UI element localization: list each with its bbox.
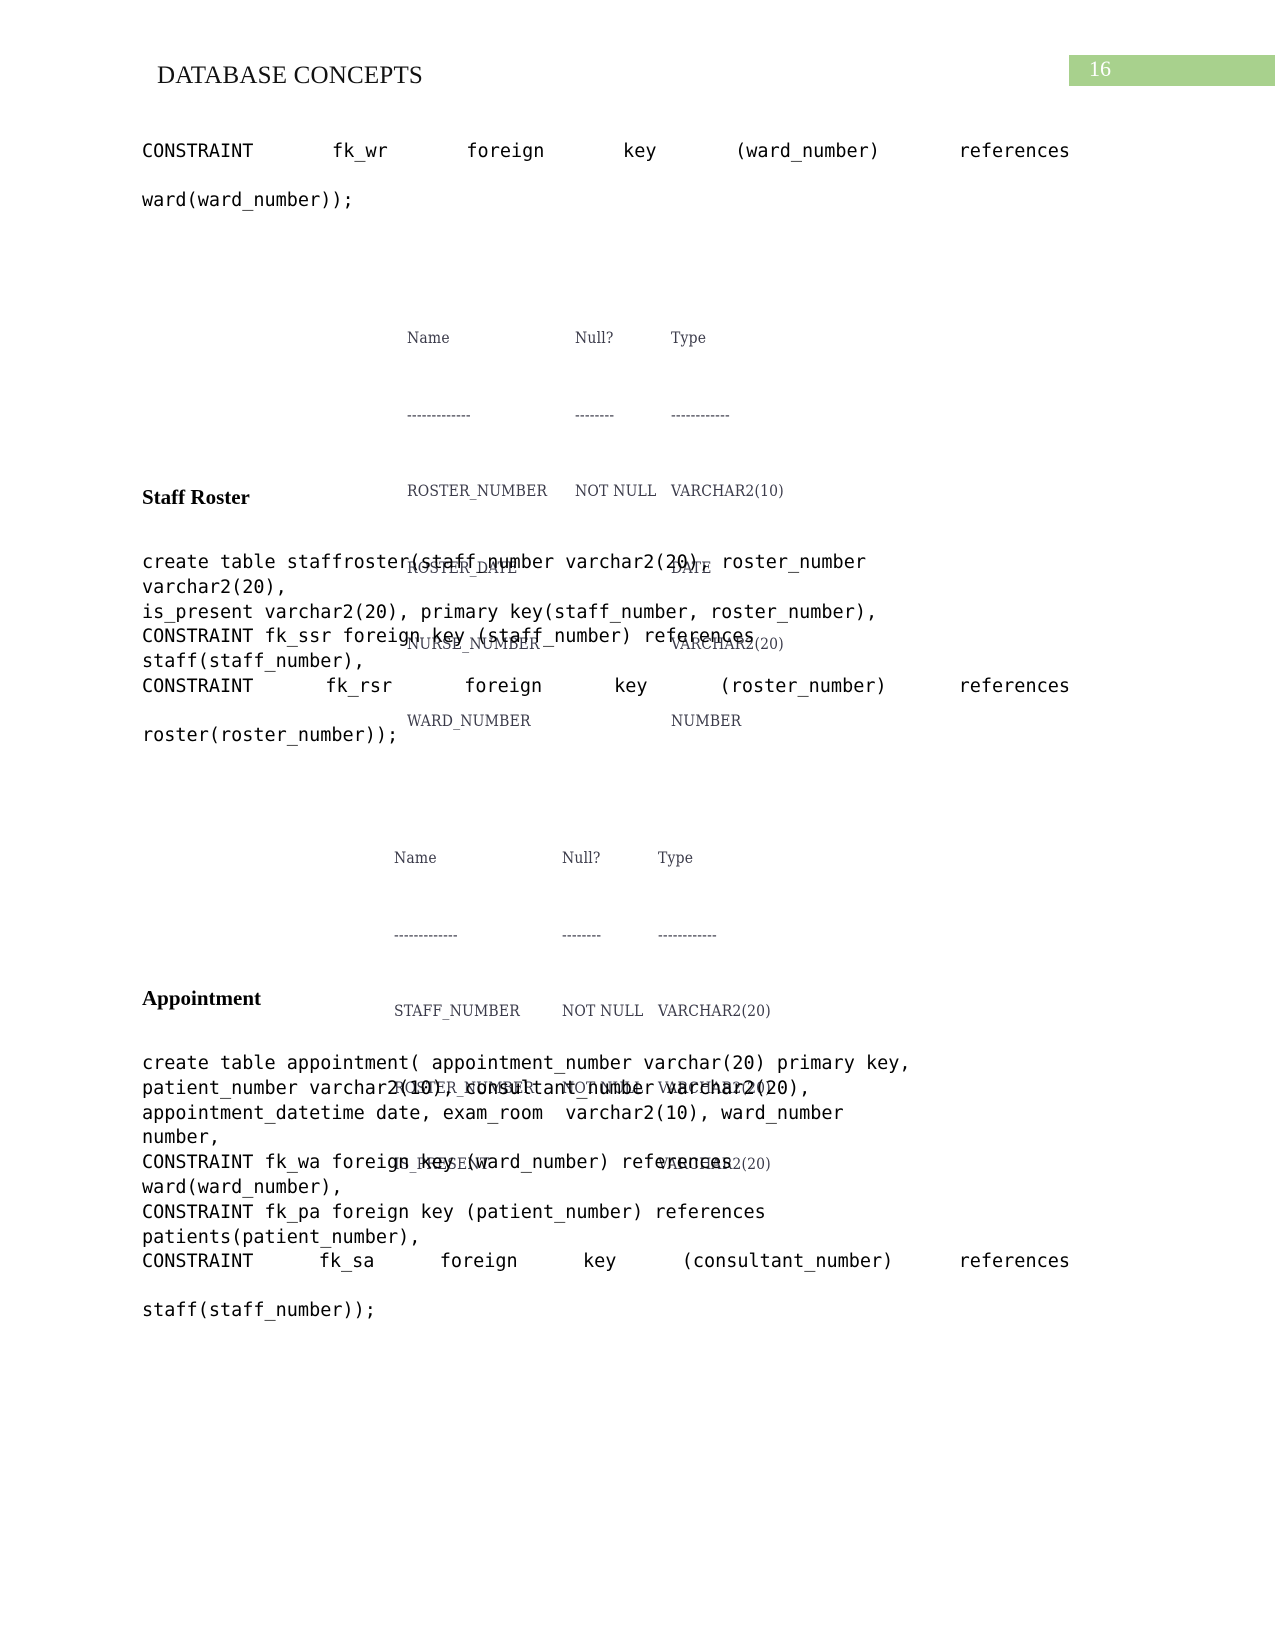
- code-line: roster(roster_number));: [142, 724, 399, 746]
- code-line: CONSTRAINT fk_pa foreign key (patient_nu…: [142, 1201, 766, 1223]
- column-header-type: Type: [671, 329, 707, 347]
- column-header-null: Null?: [562, 849, 601, 867]
- code-line: appointment_datetime date, exam_room var…: [142, 1102, 844, 1124]
- table-header-row: Name Null? Type: [394, 846, 771, 872]
- document-page: DATABASE CONCEPTS 16 CONSTRAINT fk_wr fo…: [0, 0, 1275, 1651]
- code-line: is_present varchar2(20), primary key(sta…: [142, 601, 878, 623]
- separator-type: ------------: [671, 405, 730, 424]
- section-heading-staff-roster: Staff Roster: [142, 485, 250, 509]
- column-header-name: Name: [407, 329, 450, 347]
- code-block-appointment: create table appointment( appointment_nu…: [142, 1052, 1070, 1324]
- cell-type: VARCHAR2(10): [671, 482, 784, 500]
- code-line: varchar2(20),: [142, 576, 287, 598]
- table-separator-row: ------------- -------- ------------: [407, 403, 784, 429]
- table-row: STAFF_NUMBER NOT NULL VARCHAR2(20): [394, 999, 771, 1025]
- code-line: patient_number varchar2(10), consultant_…: [142, 1077, 811, 1099]
- column-header-null: Null?: [575, 329, 614, 347]
- code-line: CONSTRAINT fk_wa foreign key (ward_numbe…: [142, 1152, 733, 1174]
- cell-name: STAFF_NUMBER: [394, 1002, 520, 1020]
- cell-null: NOT NULL: [562, 1002, 644, 1020]
- cell-type: VARCHAR2(20): [658, 1002, 771, 1020]
- table-row: ROSTER_NUMBER NOT NULL VARCHAR2(10): [407, 479, 784, 505]
- separator-name: -------------: [394, 925, 458, 944]
- table-header-row: Name Null? Type: [407, 326, 784, 352]
- separator-null: --------: [575, 405, 615, 424]
- code-line: create table appointment( appointment_nu…: [142, 1053, 911, 1074]
- code-block-ward-constraint: CONSTRAINT fk_wr foreign key (ward_numbe…: [142, 140, 1070, 214]
- code-block-staffroster: create table staffroster(staff_number va…: [142, 551, 1070, 749]
- page-number-badge: 16: [1069, 55, 1275, 86]
- code-line: number,: [142, 1127, 220, 1149]
- separator-type: ------------: [658, 925, 717, 944]
- code-line: CONSTRAINT fk_sa foreign key (consultant…: [142, 1251, 1070, 1273]
- code-line: staff(staff_number));: [142, 1300, 376, 1322]
- code-line: patients(patient_number),: [142, 1226, 421, 1248]
- page-number-text: 16: [1089, 56, 1111, 81]
- page-title: DATABASE CONCEPTS: [157, 62, 424, 89]
- page-header: DATABASE CONCEPTS 16: [0, 55, 1275, 108]
- code-line: CONSTRAINT fk_ssr foreign key (staff_num…: [142, 626, 755, 648]
- separator-name: -------------: [407, 405, 471, 424]
- column-header-name: Name: [394, 849, 437, 867]
- section-heading-appointment: Appointment: [142, 986, 262, 1010]
- column-header-type: Type: [658, 849, 694, 867]
- code-line: create table staffroster(staff_number va…: [142, 552, 866, 573]
- cell-name: ROSTER_NUMBER: [407, 482, 548, 500]
- code-line: ward(ward_number),: [142, 1176, 343, 1198]
- code-line: ward(ward_number));: [142, 189, 354, 211]
- code-line: staff(staff_number),: [142, 651, 365, 673]
- separator-null: --------: [562, 925, 602, 944]
- code-line: CONSTRAINT fk_rsr foreign key (roster_nu…: [142, 675, 1070, 697]
- code-line: CONSTRAINT fk_wr foreign key (ward_numbe…: [142, 141, 1070, 162]
- table-separator-row: ------------- -------- ------------: [394, 923, 771, 949]
- cell-null: NOT NULL: [575, 482, 657, 500]
